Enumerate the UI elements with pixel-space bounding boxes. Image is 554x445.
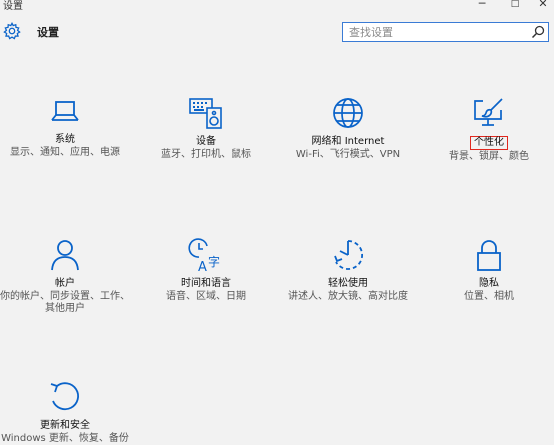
category-personalization[interactable]: 个性化 背景、锁屏、颜色	[424, 96, 554, 163]
category-name: 设备	[196, 136, 216, 147]
time-language-icon: A 字	[188, 238, 220, 272]
category-description: 位置、相机	[464, 291, 514, 302]
search-input[interactable]	[345, 24, 523, 40]
category-network[interactable]: 网络和 Internet Wi-Fi、飞行模式、VPN	[283, 96, 413, 161]
category-devices[interactable]: 设备 蓝牙、打印机、鼠标	[141, 96, 271, 161]
search-icon[interactable]	[530, 24, 546, 40]
lock-icon	[477, 240, 501, 271]
category-description: 背景、锁屏、颜色	[449, 151, 529, 162]
category-description: 蓝牙、打印机、鼠标	[161, 149, 251, 160]
category-name: 时间和语言	[181, 278, 231, 289]
page-title: 设置	[37, 26, 59, 39]
category-name: 帐户	[55, 278, 75, 289]
category-time-language[interactable]: A 字 时间和语言 语音、区域、日期	[141, 238, 271, 303]
svg-text:A: A	[198, 260, 207, 272]
minimize-button[interactable]: ─	[469, 0, 495, 11]
category-name: 轻松使用	[328, 278, 368, 289]
category-description: Wi-Fi、飞行模式、VPN	[295, 149, 401, 160]
category-description: 显示、通知、应用、电源	[10, 147, 120, 158]
refresh-icon	[50, 382, 79, 411]
category-name: 隐私	[479, 278, 499, 289]
category-system[interactable]: 系统 显示、通知、应用、电源	[0, 96, 130, 159]
category-description: 讲述人、放大镜、高对比度	[288, 291, 408, 302]
maximize-button[interactable]: □	[502, 0, 528, 11]
search-box[interactable]	[342, 22, 549, 42]
gear-icon	[3, 22, 21, 40]
category-name: 系统	[55, 134, 75, 145]
category-name: 个性化	[424, 136, 554, 150]
category-ease-of-access[interactable]: 轻松使用 讲述人、放大镜、高对比度	[283, 238, 413, 303]
category-description: Windows 更新、恢复、备份	[1, 433, 129, 444]
category-privacy[interactable]: 隐私 位置、相机	[424, 238, 554, 303]
laptop-icon	[51, 101, 79, 121]
globe-icon	[333, 98, 363, 128]
paint-monitor-icon	[474, 98, 503, 126]
category-update-security[interactable]: 更新和安全 Windows 更新、恢复、备份	[0, 380, 130, 445]
keyboard-speaker-icon	[189, 98, 222, 129]
category-accounts[interactable]: 帐户 你的帐户、同步设置、工作、其他用户	[0, 238, 130, 315]
window-titlebar: 设置 ─ □ ✕	[0, 0, 554, 14]
window-title: 设置	[3, 1, 23, 12]
svg-text:字: 字	[208, 254, 220, 269]
highlight-box: 个性化	[470, 136, 508, 150]
close-button[interactable]: ✕	[530, 0, 554, 11]
ease-of-access-icon	[334, 240, 364, 270]
category-name: 更新和安全	[40, 420, 90, 431]
person-icon	[51, 240, 79, 271]
category-description: 语音、区域、日期	[166, 291, 246, 302]
category-name: 网络和 Internet	[311, 136, 385, 147]
category-description: 你的帐户、同步设置、工作、其他用户	[0, 291, 130, 314]
